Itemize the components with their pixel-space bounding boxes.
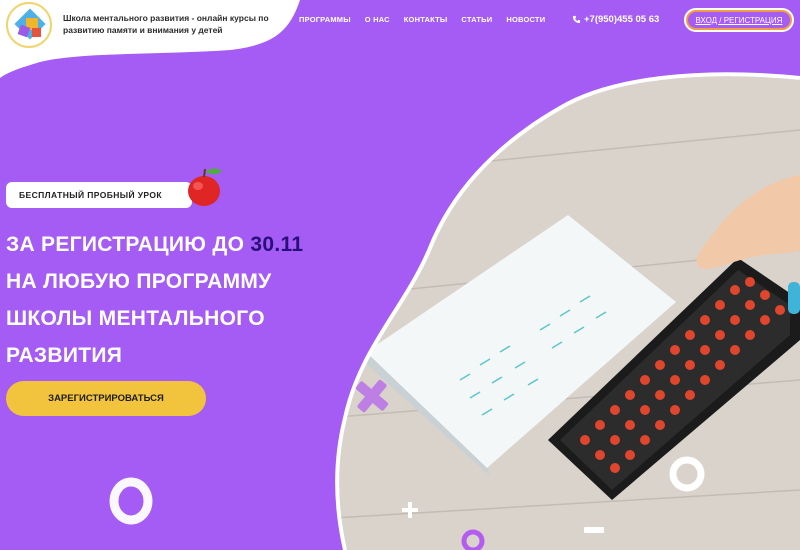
nav-item-programs[interactable]: ПРОГРАММЫ: [299, 15, 351, 24]
login-label: ВХОД / РЕГИСТРАЦИЯ: [695, 15, 783, 25]
phone-link[interactable]: +7(950)455 05 63: [572, 14, 659, 25]
headline-line4: РАЗВИТИЯ: [6, 344, 123, 367]
free-lesson-badge: БЕСПЛАТНЫЙ ПРОБНЫЙ УРОК: [6, 182, 192, 208]
nav-item-contacts[interactable]: КОНТАКТЫ: [404, 15, 448, 24]
headline-line2: НА ЛЮБУЮ ПРОГРАММУ: [6, 270, 272, 293]
headline-date: 30.11: [250, 233, 304, 256]
ring-decoration: [461, 529, 485, 550]
register-button[interactable]: ЗАРЕГИСТРИРОВАТЬСЯ: [6, 381, 206, 416]
nav-item-articles[interactable]: СТАТЬИ: [461, 15, 492, 24]
main-nav: ПРОГРАММЫ О НАС КОНТАКТЫ СТАТЬИ НОВОСТИ: [299, 15, 545, 24]
school-logo[interactable]: [6, 2, 52, 48]
nav-item-news[interactable]: НОВОСТИ: [506, 15, 545, 24]
site-tagline: Школа ментального развития - онлайн курс…: [63, 13, 269, 35]
minus-decoration: [584, 527, 604, 533]
ring-decoration: [109, 477, 153, 525]
phone-number: +7(950)455 05 63: [584, 14, 660, 25]
apple-icon: [188, 168, 222, 206]
headline-line3: ШКОЛЫ МЕНТАЛЬНОГО: [6, 307, 265, 330]
phone-icon: [572, 15, 581, 24]
headline-line1: ЗА РЕГИСТРАЦИЮ ДО: [6, 233, 251, 256]
login-register-button[interactable]: ВХОД / РЕГИСТРАЦИЯ: [684, 8, 794, 32]
plus-decoration: [402, 502, 418, 518]
ring-decoration: [669, 456, 705, 492]
hero-headline: ЗА РЕГИСТРАЦИЮ ДО 30.11 НА ЛЮБУЮ ПРОГРАМ…: [6, 226, 303, 374]
nav-item-about[interactable]: О НАС: [365, 15, 390, 24]
plus-decoration: [355, 379, 389, 413]
